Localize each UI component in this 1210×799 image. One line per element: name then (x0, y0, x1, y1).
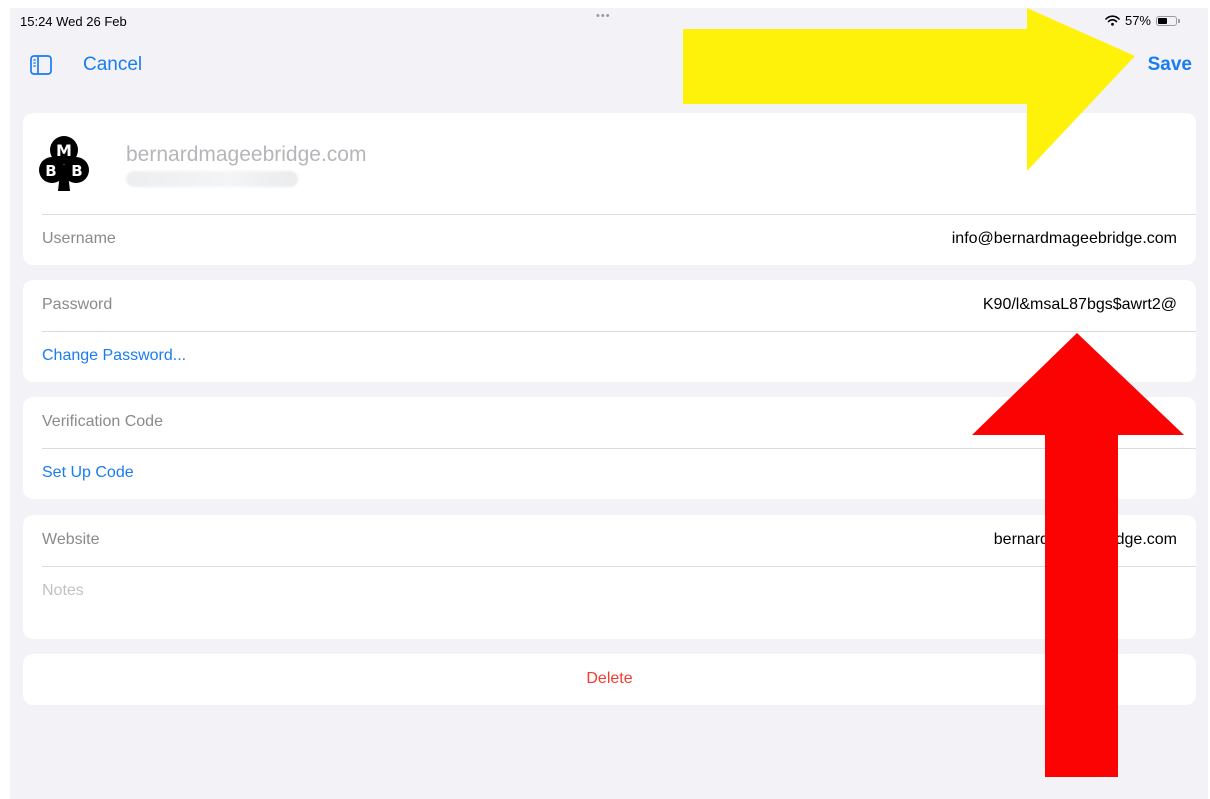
account-header: M B B bernardmageebridge.com (23, 113, 1196, 214)
password-row[interactable]: Password K90/l&msaL87bgs$awrt2@ (23, 280, 1196, 331)
logo-letter-b-left: B (45, 162, 56, 180)
setup-code-button[interactable]: Set Up Code (42, 464, 134, 482)
status-right: 57% (1105, 13, 1180, 28)
save-button[interactable]: Save (1148, 54, 1192, 76)
change-password-button[interactable]: Change Password... (42, 347, 186, 365)
status-time: 15:24 Wed 26 Feb (20, 14, 127, 29)
verification-row: Verification Code (23, 397, 1196, 448)
club-logo-icon: M B B (39, 136, 89, 191)
battery-icon (1156, 15, 1177, 26)
multitasking-dots[interactable]: ••• (596, 10, 611, 22)
battery-fill (1158, 17, 1168, 24)
password-label: Password (42, 296, 113, 313)
website-row[interactable]: Website bernardmageebridge.com (23, 515, 1196, 566)
website-label: Website (42, 531, 100, 548)
change-password-row[interactable]: Change Password... (23, 331, 1196, 382)
logo-letter-m: M (56, 141, 72, 160)
notes-field[interactable]: Notes (42, 582, 84, 600)
verification-card: Verification Code Set Up Code (23, 397, 1196, 499)
password-card: Password K90/l&msaL87bgs$awrt2@ Change P… (23, 280, 1196, 382)
delete-card: Delete (23, 654, 1196, 705)
logo-letter-b-right: B (71, 162, 82, 180)
setup-code-row[interactable]: Set Up Code (23, 448, 1196, 499)
ipad-screen: 15:24 Wed 26 Feb ••• 57% Cancel Save M B… (10, 8, 1208, 799)
sidebar-toggle-icon[interactable] (30, 55, 52, 75)
blurred-subtitle (126, 171, 298, 187)
delete-button[interactable]: Delete (23, 670, 1196, 688)
website-card: Website bernardmageebridge.com Notes (23, 515, 1196, 639)
username-row[interactable]: Username info@bernardmageebridge.com (23, 214, 1196, 265)
battery-cap (1178, 18, 1180, 23)
site-title[interactable]: bernardmageebridge.com (126, 143, 366, 167)
username-value[interactable]: info@bernardmageebridge.com (952, 230, 1177, 248)
wifi-icon (1105, 15, 1120, 26)
password-value[interactable]: K90/l&msaL87bgs$awrt2@ (983, 296, 1177, 314)
cancel-button[interactable]: Cancel (83, 54, 142, 76)
account-card: M B B bernardmageebridge.com Username in… (23, 113, 1196, 265)
verification-label: Verification Code (42, 413, 163, 430)
website-value[interactable]: bernardmageebridge.com (994, 531, 1177, 549)
notes-row[interactable]: Notes (23, 566, 1196, 639)
battery-percent: 57% (1124, 13, 1151, 28)
username-label: Username (42, 230, 116, 247)
